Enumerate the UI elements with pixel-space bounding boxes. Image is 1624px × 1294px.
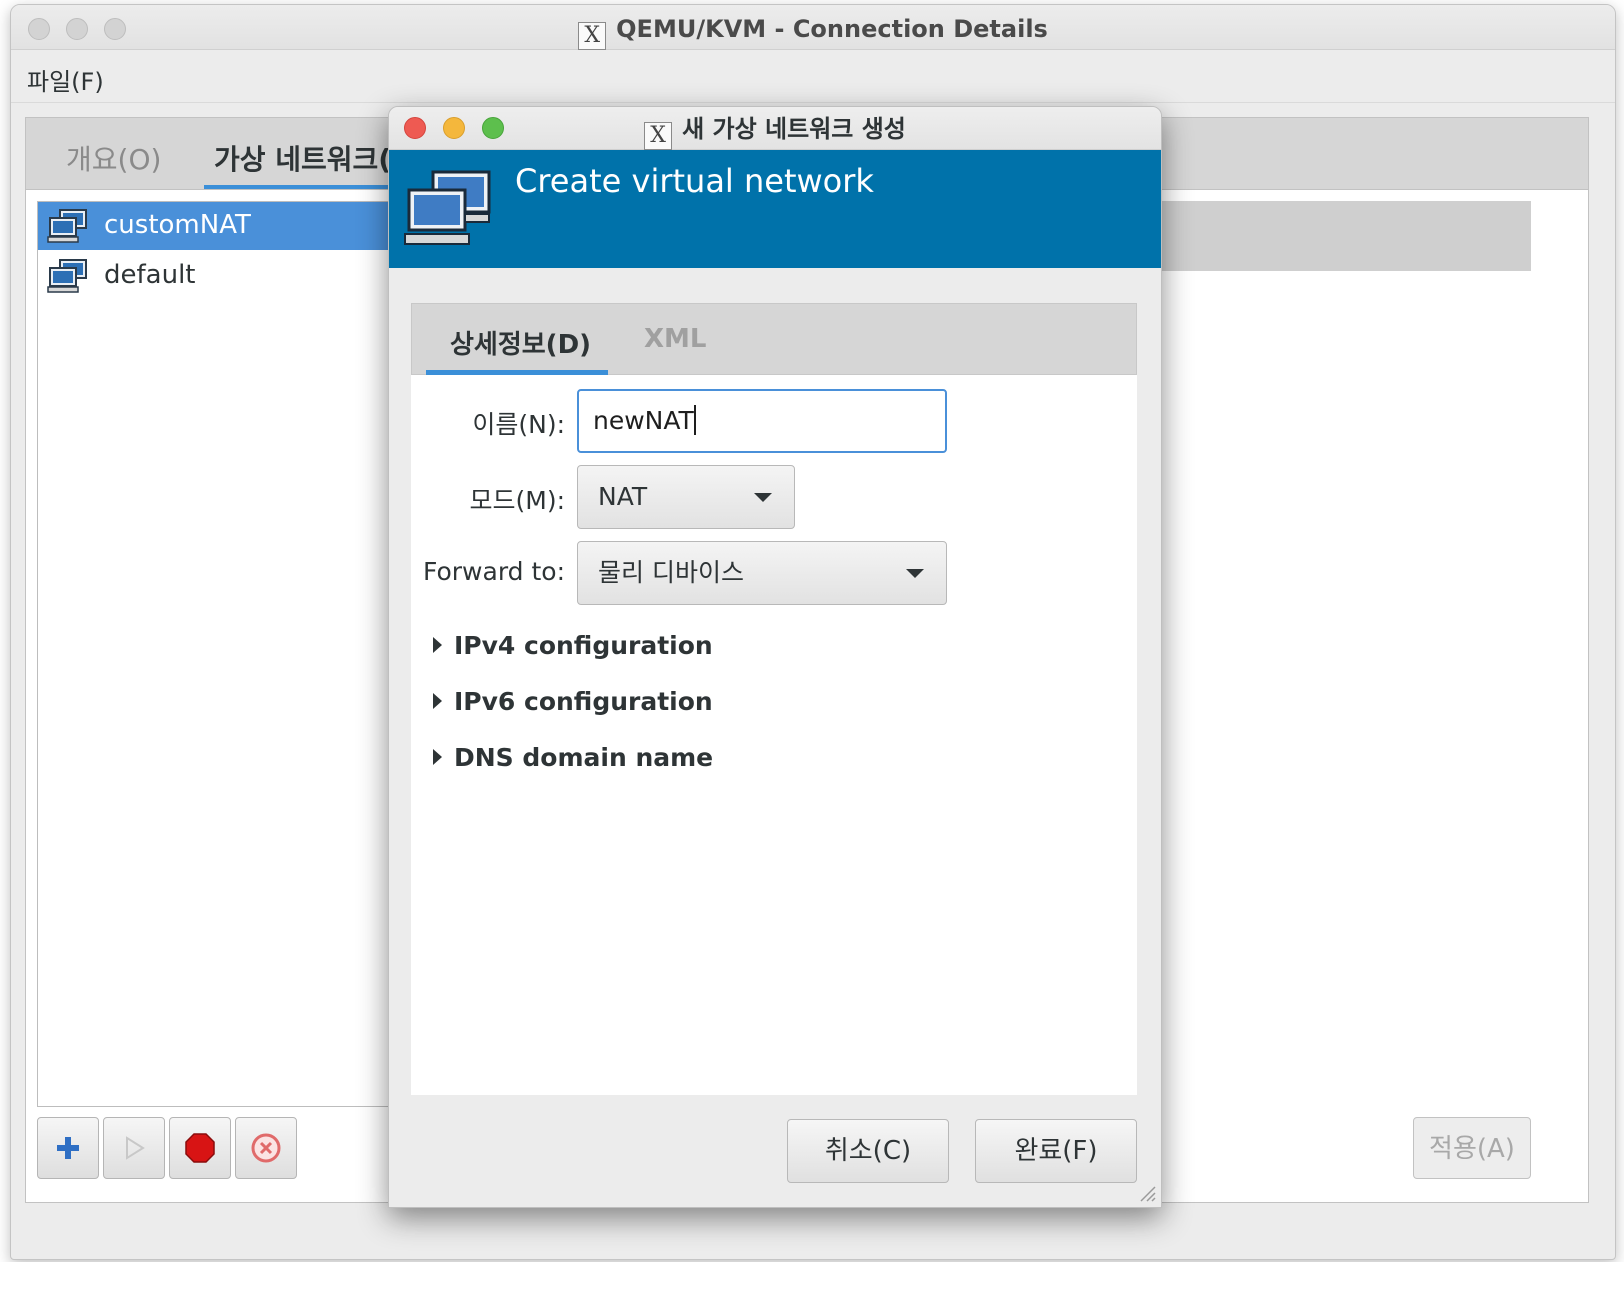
menubar: 파일(F)	[11, 50, 1615, 103]
window-title-text: QEMU/KVM - Connection Details	[616, 15, 1048, 43]
forward-to-select-value: 물리 디바이스	[598, 558, 744, 587]
forward-to-select[interactable]: 물리 디바이스	[577, 541, 947, 605]
network-name: customNAT	[104, 210, 251, 240]
tab-overview[interactable]: 개요(O)	[66, 138, 161, 178]
tab-details[interactable]: 상세정보(D)	[450, 324, 591, 361]
stop-icon	[185, 1133, 215, 1163]
x11-icon: X	[644, 122, 673, 150]
network-list[interactable]: customNAT default	[37, 201, 419, 1107]
ipv4-expander[interactable]: IPv4 configuration	[433, 631, 713, 660]
network-name: default	[104, 260, 196, 290]
dialog-title: X 새 가상 네트워크 생성	[389, 107, 1161, 150]
dns-expander[interactable]: DNS domain name	[433, 743, 713, 772]
dialog-titlebar[interactable]: X 새 가상 네트워크 생성	[389, 107, 1161, 150]
dialog-tab-bar: 상세정보(D) XML	[411, 303, 1137, 375]
main-titlebar[interactable]: X QEMU/KVM - Connection Details	[11, 5, 1615, 50]
resize-grip-icon[interactable]	[1135, 1181, 1157, 1203]
start-network-button[interactable]	[103, 1117, 165, 1179]
tab-xml[interactable]: XML	[644, 324, 707, 354]
window-title: X QEMU/KVM - Connection Details	[11, 5, 1615, 50]
name-label: 이름(N):	[472, 410, 565, 439]
network-details-header	[1161, 201, 1531, 271]
expander-arrow-icon	[433, 637, 442, 653]
finish-button[interactable]: 완료(F)	[975, 1119, 1137, 1183]
network-icon	[47, 259, 87, 293]
network-icon	[404, 170, 491, 245]
menu-file[interactable]: 파일(F)	[27, 62, 104, 97]
name-field[interactable]: newNAT	[577, 389, 947, 453]
ipv4-expander-label: IPv4 configuration	[454, 631, 713, 660]
dns-expander-label: DNS domain name	[454, 743, 714, 772]
play-icon	[126, 1136, 145, 1160]
tab-virtual-networks[interactable]: 가상 네트워크(V	[214, 138, 413, 178]
ipv6-expander[interactable]: IPv6 configuration	[433, 687, 713, 716]
mode-select-value: NAT	[598, 482, 648, 511]
banner-title: Create virtual network	[515, 162, 874, 200]
stop-network-button[interactable]	[169, 1117, 231, 1179]
delete-icon	[251, 1133, 281, 1163]
ipv6-expander-label: IPv6 configuration	[454, 687, 713, 716]
delete-network-button[interactable]	[235, 1117, 297, 1179]
name-field-value: newNAT	[593, 406, 694, 435]
x11-icon: X	[578, 22, 607, 50]
list-item[interactable]: default	[38, 252, 418, 300]
expander-arrow-icon	[433, 749, 442, 765]
apply-button[interactable]: 적용(A)	[1413, 1117, 1531, 1179]
chevron-down-icon	[906, 569, 924, 578]
expander-arrow-icon	[433, 693, 442, 709]
mode-select[interactable]: NAT	[577, 465, 795, 529]
list-item[interactable]: customNAT	[38, 202, 418, 250]
cancel-button[interactable]: 취소(C)	[787, 1119, 949, 1183]
network-icon	[47, 209, 87, 243]
chevron-down-icon	[754, 493, 772, 502]
plus-icon	[57, 1137, 79, 1159]
desktop-background	[0, 1262, 1624, 1294]
mode-label: 모드(M):	[469, 486, 566, 515]
text-cursor	[693, 405, 696, 435]
dialog-title-text: 새 가상 네트워크 생성	[682, 115, 906, 143]
add-network-button[interactable]	[37, 1117, 99, 1179]
forward-to-label: Forward to:	[422, 557, 565, 586]
dialog-banner: Create virtual network	[389, 150, 1161, 268]
create-network-dialog: X 새 가상 네트워크 생성 Create virtual network 상세정…	[388, 106, 1162, 1208]
